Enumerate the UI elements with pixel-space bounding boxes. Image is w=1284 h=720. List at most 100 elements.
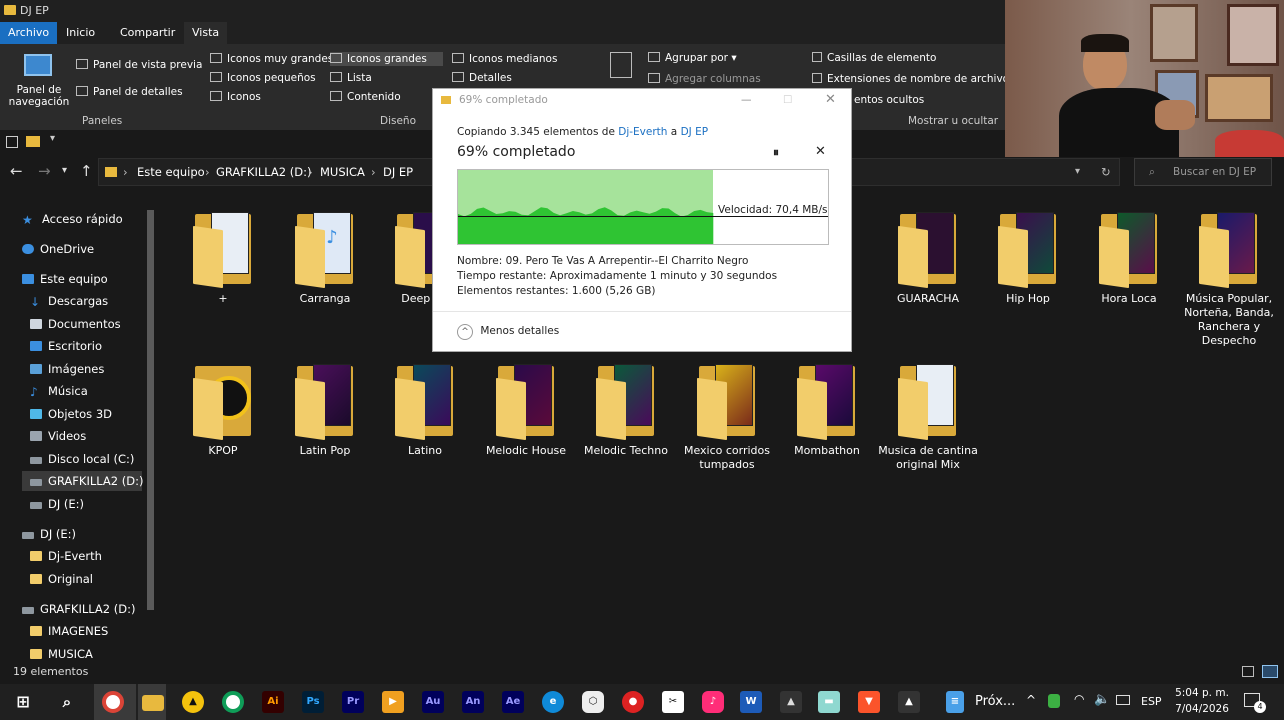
- folder-item[interactable]: ♪ Carranga: [275, 210, 375, 306]
- sidebar-item-objetos-3d[interactable]: Objetos 3D: [30, 404, 112, 424]
- audition-icon[interactable]: Au: [422, 691, 444, 713]
- up-arrow-icon[interactable]: ↑: [80, 162, 93, 180]
- new-folder-icon[interactable]: [26, 136, 40, 147]
- taskbar-prox-label[interactable]: Próx...: [975, 694, 1015, 709]
- recent-locations-icon[interactable]: ▾: [62, 165, 67, 176]
- wifi-icon[interactable]: ◠: [1074, 692, 1084, 706]
- pause-icon[interactable]: ⏸: [773, 145, 779, 160]
- folder-item[interactable]: KPOP: [173, 362, 273, 458]
- sidebar-item-escritorio[interactable]: Escritorio: [30, 336, 102, 356]
- after-effects-icon[interactable]: Ae: [502, 691, 524, 713]
- layout-small-icons[interactable]: Iconos pequeños: [210, 71, 316, 85]
- search-input[interactable]: ⌕ Buscar en DJ EP: [1134, 158, 1272, 186]
- illustrator-icon[interactable]: Ai: [262, 691, 284, 713]
- tiktok-icon[interactable]: ♪: [702, 691, 724, 713]
- breadcrumb-este-equipo[interactable]: Este equipo: [137, 165, 205, 179]
- cancel-icon[interactable]: ✕: [815, 144, 826, 159]
- unity-icon[interactable]: ▲: [780, 691, 802, 713]
- details-pane-button[interactable]: Panel de detalles: [76, 85, 183, 99]
- chrome-profile-icon[interactable]: [222, 691, 244, 713]
- layout-tiles[interactable]: Iconos: [210, 90, 261, 104]
- shield-icon[interactable]: [1048, 694, 1060, 708]
- breadcrumb-musica[interactable]: MUSICA: [320, 165, 365, 179]
- item-checkboxes-option[interactable]: Casillas de elemento: [812, 51, 936, 65]
- vlc-app-icon[interactable]: ▲: [182, 691, 204, 713]
- language-indicator[interactable]: ESP: [1141, 695, 1162, 708]
- sidebar-item-este-equipo[interactable]: Este equipo: [22, 269, 108, 289]
- sidebar-item-dj-e[interactable]: DJ (E:): [30, 494, 84, 514]
- folder-item[interactable]: Hora Loca: [1079, 210, 1179, 306]
- group-by-button[interactable]: Agrupar por ▾: [648, 51, 737, 65]
- breadcrumb-grafkilla2[interactable]: GRAFKILLA2 (D:): [216, 165, 311, 179]
- premiere-icon[interactable]: Pr: [342, 691, 364, 713]
- close-icon[interactable]: ✕: [825, 89, 836, 111]
- sidebar-item-imagenes-folder[interactable]: IMAGENES: [30, 621, 108, 641]
- sidebar-item-videos[interactable]: Videos: [30, 426, 86, 446]
- customize-toolbar-icon[interactable]: ▾: [50, 133, 55, 144]
- source-link[interactable]: Dj-Everth: [618, 126, 667, 138]
- large-icons-view-icon[interactable]: [1262, 665, 1278, 678]
- tab-archivo[interactable]: Archivo: [0, 22, 58, 44]
- sidebar-scrollbar[interactable]: [144, 196, 156, 660]
- sidebar-item-musica[interactable]: ♪ Música: [30, 381, 88, 401]
- folder-item[interactable]: Musica de cantina original Mix: [878, 362, 978, 472]
- layout-content[interactable]: Contenido: [330, 90, 401, 104]
- volume-icon[interactable]: 🔈: [1094, 692, 1110, 707]
- clock-date[interactable]: 7/04/2026: [1174, 703, 1230, 715]
- folder-item[interactable]: Latino: [375, 362, 475, 458]
- sidebar-item-descargas[interactable]: ↓ Descargas: [30, 291, 108, 311]
- brave-icon[interactable]: ▼: [858, 691, 880, 713]
- navigation-pane-button[interactable]: Panel de navegación: [8, 84, 70, 108]
- sidebar-item-imagenes[interactable]: Imágenes: [30, 359, 104, 379]
- layout-list[interactable]: Lista: [330, 71, 372, 85]
- layout-medium-icons[interactable]: Iconos medianos: [452, 52, 557, 66]
- sidebar-item-documentos[interactable]: Documentos: [30, 314, 121, 334]
- properties-icon[interactable]: [6, 136, 18, 148]
- refresh-icon[interactable]: ↻: [1101, 165, 1111, 179]
- folder-item[interactable]: Melodic House: [476, 362, 576, 458]
- tab-inicio[interactable]: Inicio: [58, 22, 103, 44]
- sidebar-item-onedrive[interactable]: OneDrive: [22, 239, 94, 259]
- sidebar-item-grafkilla2-root[interactable]: GRAFKILLA2 (D:): [22, 599, 135, 619]
- folder-item[interactable]: Melodic Techno: [576, 362, 676, 458]
- hidden-items-option[interactable]: entos ocultos: [854, 93, 924, 107]
- folder-item[interactable]: GUARACHA: [878, 210, 978, 306]
- sidebar-item-acceso-rapido[interactable]: ★ Acceso rápido: [22, 209, 123, 229]
- sidebar-item-dj-everth[interactable]: Dj-Everth: [30, 546, 102, 566]
- address-dropdown-icon[interactable]: ▾: [1075, 166, 1080, 177]
- scrollbar-thumb[interactable]: [147, 210, 154, 610]
- record-app-icon[interactable]: ●: [622, 691, 644, 713]
- folder-item[interactable]: +: [173, 210, 273, 306]
- chrome-icon[interactable]: [102, 691, 124, 713]
- search-icon[interactable]: ⌕: [56, 691, 78, 713]
- less-details-button[interactable]: ^ Menos detalles: [457, 324, 559, 340]
- minimize-icon[interactable]: —: [741, 89, 752, 111]
- folder-item[interactable]: Mombathon: [777, 362, 877, 458]
- file-extensions-option[interactable]: Extensiones de nombre de archivo: [812, 72, 1009, 86]
- windows-start-icon[interactable]: ⊞: [12, 691, 34, 713]
- clock-time[interactable]: 5:04 p. m.: [1174, 687, 1230, 699]
- layout-details[interactable]: Detalles: [452, 71, 512, 85]
- battery-icon[interactable]: [1116, 695, 1130, 705]
- sidebar-item-original[interactable]: Original: [30, 569, 93, 589]
- tab-compartir[interactable]: Compartir: [112, 22, 183, 44]
- file-explorer-icon[interactable]: [142, 695, 164, 711]
- layout-large-icons[interactable]: Iconos grandes: [330, 52, 443, 66]
- destination-link[interactable]: DJ EP: [681, 126, 709, 138]
- edge-icon[interactable]: e: [542, 691, 564, 713]
- hexagon-app-icon[interactable]: ⬡: [582, 691, 604, 713]
- word-icon[interactable]: W: [740, 691, 762, 713]
- add-columns-button[interactable]: Agregar columnas: [648, 72, 761, 86]
- capcut-icon[interactable]: ✂: [662, 691, 684, 713]
- layout-extra-large-icons[interactable]: Iconos muy grandes: [210, 52, 333, 66]
- details-view-icon[interactable]: [1242, 666, 1254, 677]
- back-arrow-icon[interactable]: ←: [10, 162, 23, 180]
- chevron-up-icon[interactable]: ^: [1026, 693, 1036, 707]
- preview-pane-button[interactable]: Panel de vista previa: [76, 58, 202, 72]
- folder-item[interactable]: Mexico corridos tumpados: [677, 362, 777, 472]
- sidebar-item-disco-local-c[interactable]: Disco local (C:): [30, 449, 134, 469]
- unity-hub-icon[interactable]: ▲: [898, 691, 920, 713]
- document-app-icon[interactable]: ≡: [946, 691, 964, 713]
- sidebar-item-grafkilla2[interactable]: GRAFKILLA2 (D:): [22, 471, 143, 491]
- forward-arrow-icon[interactable]: →: [38, 162, 51, 180]
